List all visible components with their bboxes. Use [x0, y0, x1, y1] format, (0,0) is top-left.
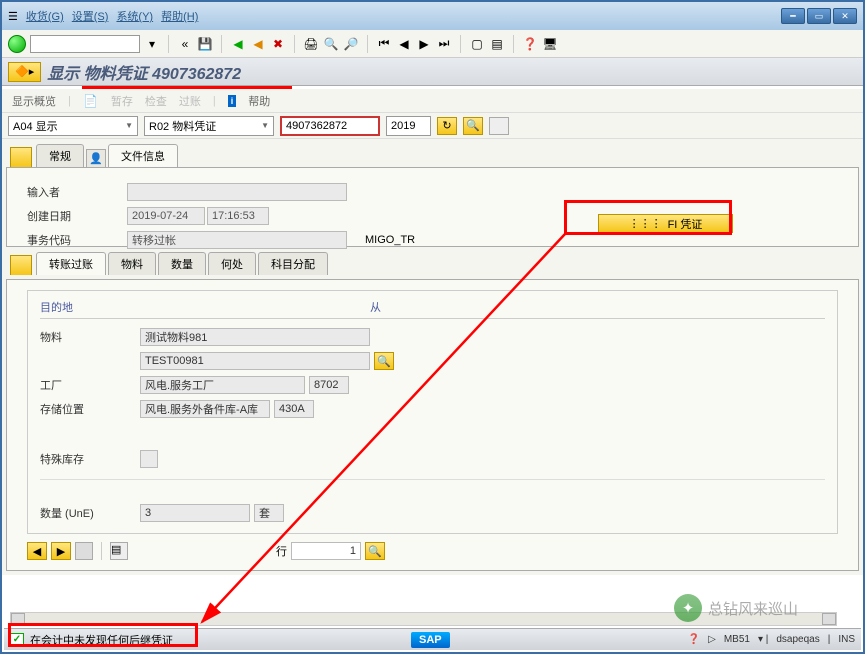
entered-by-label: 输入者	[27, 184, 127, 200]
maximize-button[interactable]: ▭	[807, 8, 831, 24]
tcode-code: MIGO_TR	[365, 234, 415, 246]
prev-item-button[interactable]: ◀	[27, 542, 47, 560]
contents-button[interactable]: ▤	[110, 542, 128, 560]
plant-value: 风电.服务工厂	[140, 376, 305, 394]
exit-icon[interactable]: ◀	[250, 36, 266, 52]
new-session-icon[interactable]: ▢	[469, 36, 485, 52]
qty-label: 数量 (UnE)	[40, 505, 140, 521]
settings-icon[interactable]: 🖥	[542, 36, 558, 52]
material-code-value: TEST00981	[140, 352, 370, 370]
back-icon[interactable]: «	[177, 36, 193, 52]
last-page-icon[interactable]: ⏭	[436, 36, 452, 52]
tab-material[interactable]: 物料	[108, 252, 156, 275]
next-item-button[interactable]: ▶	[51, 542, 71, 560]
prev-page-icon[interactable]: ◀	[396, 36, 412, 52]
close-button[interactable]: ✕	[833, 8, 857, 24]
menu-xitong[interactable]: 系统(Y)	[116, 8, 153, 24]
line-label: 行	[276, 543, 287, 559]
sub-help[interactable]: 帮助	[248, 93, 270, 109]
back-green-icon[interactable]: ◀	[230, 36, 246, 52]
sub-overview[interactable]: 显示概览	[12, 93, 56, 109]
help-icon[interactable]: ❓	[522, 36, 538, 52]
execute-button[interactable]: ↻	[437, 117, 457, 135]
tab-docinfo[interactable]: 文件信息	[108, 144, 178, 167]
enter-icon[interactable]	[8, 35, 26, 53]
tcode-text-value: 转移过帐	[127, 231, 347, 249]
action-combo[interactable]: A04 显示▼	[8, 116, 138, 136]
folder-icon-2[interactable]	[10, 255, 32, 275]
expand-button[interactable]: 🔶▸	[8, 62, 41, 82]
dropdown-icon[interactable]: ▾	[144, 36, 160, 52]
fi-document-button[interactable]: ⋮⋮⋮ FI 凭证	[598, 214, 733, 233]
material-label: 物料	[40, 329, 140, 345]
reftype-combo[interactable]: R02 物料凭证▼	[144, 116, 274, 136]
line-search-button[interactable]: 🔍	[365, 542, 385, 560]
menu-bangzhu[interactable]: 帮助(H)	[161, 8, 198, 24]
first-page-icon[interactable]: ⏮	[376, 36, 392, 52]
tab-general[interactable]: 常规	[36, 144, 84, 167]
tab-transfer[interactable]: 转账过账	[36, 252, 106, 275]
scroll-left-button[interactable]	[11, 613, 25, 625]
create-time-value: 17:16:53	[207, 207, 269, 225]
special-stock-label: 特殊库存	[40, 451, 140, 467]
menu-icon[interactable]: ☰	[8, 10, 18, 23]
from-head: 从	[370, 299, 381, 315]
layout-icon[interactable]: ▤	[489, 36, 505, 52]
menu-shezhi[interactable]: 设置(S)	[72, 8, 109, 24]
next-page-icon[interactable]: ▶	[416, 36, 432, 52]
material-detail-button[interactable]: 🔍	[374, 352, 394, 370]
print-icon[interactable]: 🖨	[303, 36, 319, 52]
tab-account[interactable]: 科目分配	[258, 252, 328, 275]
plant-label: 工厂	[40, 377, 140, 393]
sub-post: 过账	[179, 93, 201, 109]
entered-by-value	[127, 183, 347, 201]
find-icon[interactable]: 🔍	[323, 36, 339, 52]
plant-code-value: 8702	[309, 376, 349, 394]
tab-where[interactable]: 何处	[208, 252, 256, 275]
special-stock-value	[140, 450, 158, 468]
menu-shouhuo[interactable]: 收货(G)	[26, 8, 64, 24]
save-icon[interactable]: 💾	[197, 36, 213, 52]
fi-button-label: FI 凭证	[668, 216, 703, 232]
create-date-value: 2019-07-24	[127, 207, 205, 225]
info-icon: i	[228, 95, 237, 107]
sloc-code-value: 430A	[274, 400, 314, 418]
line-no-field[interactable]: 1	[291, 542, 361, 560]
status-ok-icon: ✓	[10, 633, 24, 647]
unit-value: 套	[254, 504, 284, 522]
delete-item-button[interactable]	[75, 542, 93, 560]
tab-user-icon[interactable]: 👤	[86, 149, 106, 167]
find-button[interactable]: 🔍	[463, 117, 483, 135]
create-date-label: 创建日期	[27, 208, 127, 224]
grid-button[interactable]	[489, 117, 509, 135]
tab-quantity[interactable]: 数量	[158, 252, 206, 275]
wechat-icon: ✦	[674, 594, 702, 622]
status-message: 在会计中未发现任何后继凭证	[30, 632, 173, 648]
material-value: 测试物料981	[140, 328, 370, 346]
find-next-icon[interactable]: 🔎	[343, 36, 359, 52]
tcode-label: 事务代码	[27, 232, 127, 248]
dest-head: 目的地	[40, 299, 370, 315]
cancel-icon[interactable]: ✖	[270, 36, 286, 52]
scroll-right-button[interactable]	[822, 613, 836, 625]
warning-icon: ❓	[688, 634, 700, 645]
minimize-button[interactable]: ━	[781, 8, 805, 24]
status-tcode: MB51	[724, 634, 750, 645]
year-field[interactable]: 2019	[386, 116, 431, 136]
watermark: ✦ 总钻风来巡山	[674, 594, 798, 622]
sub-check: 检查	[145, 93, 167, 109]
sloc-value: 风电.服务外备件库-A库	[140, 400, 270, 418]
sap-logo: SAP	[411, 632, 450, 648]
doc-no-field[interactable]: 4907362872	[280, 116, 380, 136]
status-system: dsapeqas	[776, 634, 819, 645]
page-title: 显示 物料凭证 4907362872	[47, 60, 241, 84]
folder-icon[interactable]	[10, 147, 32, 167]
doc-icon[interactable]: 📄	[83, 93, 99, 109]
status-mode: INS	[838, 634, 855, 645]
sloc-label: 存储位置	[40, 401, 140, 417]
sub-hold: 暂存	[111, 93, 133, 109]
command-field[interactable]	[30, 35, 140, 53]
qty-value: 3	[140, 504, 250, 522]
